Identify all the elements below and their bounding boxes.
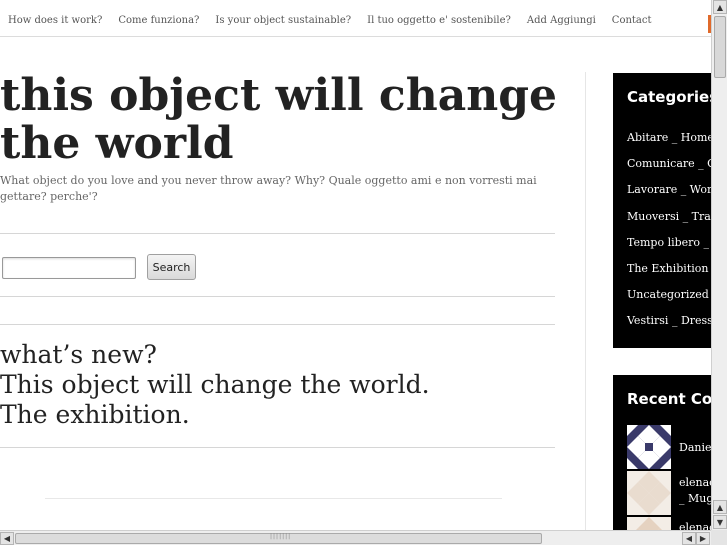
horizontal-scrollbar[interactable]: ◀ ||||||| ◀ ▶: [0, 530, 711, 545]
scrollbar-corner: [711, 530, 727, 545]
avatar-icon[interactable]: [627, 471, 671, 515]
avatar-icon[interactable]: [627, 425, 671, 469]
nav-item-is-your-object-sustainable[interactable]: Is your object sustainable?: [215, 15, 351, 26]
scroll-down-arrow-icon[interactable]: ▼: [713, 515, 727, 529]
comment-row: elenac _ Mug: [627, 471, 711, 517]
top-navigation: How does it work? Come funziona? Is your…: [0, 0, 711, 37]
category-link[interactable]: Comunicare _ Co: [613, 151, 711, 177]
scroll-up-arrow-icon[interactable]: ▲: [713, 0, 727, 14]
category-link[interactable]: Abitare _ Home (: [613, 125, 711, 151]
nav-item-contact[interactable]: Contact: [612, 15, 652, 26]
scroll-left-arrow-icon[interactable]: ◀: [682, 532, 696, 545]
search-input[interactable]: [2, 257, 136, 279]
divider: [0, 233, 555, 234]
news-link-exhibition[interactable]: The exhibition.: [0, 400, 430, 430]
recent-comments-widget: Recent Con Daniel elenac _ Mug: [613, 375, 711, 535]
sidebar-separator: [585, 72, 586, 532]
scroll-grip-icon: |||||||: [270, 533, 292, 540]
site-description: What object do you love and you never th…: [0, 174, 537, 203]
category-link[interactable]: Vestirsi _ Dresses: [613, 308, 711, 334]
categories-title: Categories: [627, 88, 711, 106]
comment-row: Daniel: [627, 425, 711, 471]
category-link[interactable]: Muoversi _ Trans: [613, 204, 711, 230]
nav-item-come-funziona[interactable]: Come funziona?: [118, 15, 199, 26]
whats-new-heading: what’s new?: [0, 340, 157, 369]
categories-widget: Categories Abitare _ Home ( Comunicare _…: [613, 73, 711, 348]
news-link-change-the-world[interactable]: This object will change the world.: [0, 370, 430, 400]
category-link[interactable]: Tempo libero _ F: [613, 230, 711, 256]
search-button[interactable]: Search: [147, 254, 196, 280]
vertical-scrollbar[interactable]: ▲ ▲ ▼: [711, 0, 727, 530]
comment-author-link[interactable]: Daniel: [679, 441, 711, 454]
nav-item-il-tuo-oggetto-sostenibile[interactable]: Il tuo oggetto e' sostenibile?: [367, 15, 511, 26]
nav-item-add-aggiungi[interactable]: Add Aggiungi: [527, 15, 596, 26]
whats-new-block: what’s new? This object will change the …: [0, 340, 430, 430]
comment-author-link[interactable]: elenac: [679, 476, 711, 489]
scroll-up-arrow-icon[interactable]: ▲: [713, 500, 727, 514]
nav-menu: How does it work? Come funziona? Is your…: [8, 15, 668, 26]
site-title[interactable]: this object will change the world: [0, 72, 560, 168]
scroll-right-arrow-icon[interactable]: ▶: [696, 532, 710, 545]
divider: [0, 296, 555, 297]
divider: [45, 498, 502, 499]
divider: [0, 324, 555, 325]
scroll-left-arrow-icon[interactable]: ◀: [0, 532, 14, 545]
vertical-scroll-thumb[interactable]: [714, 16, 726, 78]
categories-list: Abitare _ Home ( Comunicare _ Co Lavorar…: [613, 125, 711, 335]
comment-post-link[interactable]: _ Mug: [679, 492, 711, 505]
category-link[interactable]: The Exhibition (1: [613, 256, 711, 282]
category-link[interactable]: Uncategorized (1: [613, 282, 711, 308]
recent-comments-title: Recent Con: [627, 390, 711, 408]
category-link[interactable]: Lavorare _ Work: [613, 177, 711, 203]
divider: [0, 447, 555, 448]
nav-item-how-does-it-work[interactable]: How does it work?: [8, 15, 102, 26]
